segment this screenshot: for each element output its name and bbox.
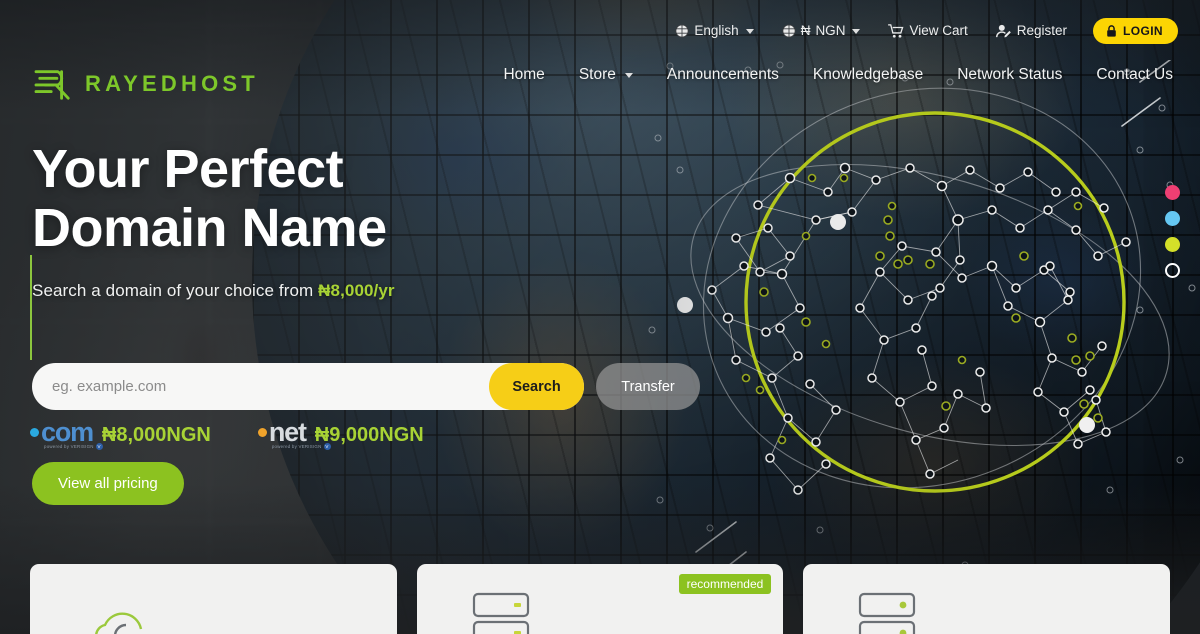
com-powered-by: powered by VERISIGN V [44,443,103,450]
server-rack-icon-wrapper [472,592,534,634]
hero-subtitle: Search a domain of your choice from ₦8,0… [32,281,752,301]
hero-accent-line [30,255,32,360]
top-utility-bar: English ₦ NGN View Cart Register LOGIN [661,18,1178,44]
tld-item-net: net powered by VERISIGN V ₦9,000NGN [257,417,424,450]
com-powered-text: powered by VERISIGN [44,444,94,449]
nav-label: Contact Us [1096,66,1173,83]
page-title: Your Perfect Domain Name [32,140,752,258]
view-all-pricing-button[interactable]: View all pricing [32,462,184,505]
server-rack-icon [472,592,529,634]
hero-title-line-2: Domain Name [32,198,387,258]
nav-label: Network Status [957,66,1063,83]
hero-title-line-1: Your Perfect [32,139,344,199]
site-logo[interactable]: RAYEDHOST [32,66,259,102]
com-dot-icon [30,428,39,437]
service-cards: recommended [0,564,1200,634]
search-input[interactable] [32,364,472,409]
nav-item-home[interactable]: Home [486,58,561,92]
verisign-badge-icon: V [323,443,331,450]
service-card-server[interactable] [803,564,1171,634]
user-add-icon [995,24,1011,38]
login-label: LOGIN [1123,24,1163,38]
lock-icon [1107,25,1116,37]
view-cart-label: View Cart [909,23,968,38]
domain-search-field-wrapper: Search [32,363,584,410]
nav-label: Announcements [666,66,779,83]
register-link[interactable]: Register [982,21,1081,41]
net-dot-icon [257,428,267,437]
com-name: com [41,417,94,447]
com-price: ₦8,000NGN [101,424,211,446]
language-label: English [694,23,739,38]
chevron-down-icon [745,28,754,34]
nav-label: Home [503,66,545,83]
cart-icon [888,24,904,38]
verisign-badge-icon: V [95,443,103,450]
net-powered-text: powered by VERISIGN [271,444,322,449]
currency-label: NGN [815,23,846,38]
tld-price-list: com powered by VERISIGN V ₦8,000NGN net … [30,417,424,450]
globe-icon [675,24,689,38]
server-icon-wrapper [858,592,920,634]
nav-item-contact-us[interactable]: Contact Us [1079,58,1190,92]
register-label: Register [1016,23,1067,38]
login-button[interactable]: LOGIN [1093,18,1178,44]
net-powered-by: powered by VERISIGN V [272,443,331,450]
slider-dot-2[interactable] [1165,211,1180,226]
language-selector[interactable]: English [661,21,767,41]
recommended-badge: recommended [678,574,772,594]
net-price: ₦9,000NGN [314,424,424,446]
currency-selector[interactable]: ₦ NGN [768,21,875,41]
rayedhost-mark-icon [34,70,70,100]
domain-search-row: Search Transfer [32,363,700,410]
nav-label: Store [578,66,616,83]
logo-text: RAYEDHOST [85,71,259,96]
search-button[interactable]: Search [489,363,584,410]
cloud-icon-wrapper [85,592,157,634]
slider-dot-3[interactable] [1165,237,1180,252]
net-name: net [268,417,307,447]
nav-label: Knowledgebase [812,66,924,83]
net-logo: net powered by VERISIGN V [257,417,331,450]
nav-item-announcements[interactable]: Announcements [650,58,796,92]
chevron-down-icon [852,28,861,34]
chevron-down-icon [624,72,633,78]
service-card-server-rack[interactable]: recommended [416,564,784,634]
view-cart-link[interactable]: View Cart [874,21,981,41]
hero-slider-dots [1165,185,1180,278]
nav-item-network-status[interactable]: Network Status [940,58,1079,92]
com-logo: com powered by VERISIGN V [30,417,103,450]
page-root: English ₦ NGN View Cart Register LOGIN R… [0,0,1200,634]
main-navigation: Home Store Announcements Knowledgebase N… [486,58,1190,92]
server-icon [859,592,916,634]
transfer-button[interactable]: Transfer [596,363,700,410]
nav-item-knowledgebase[interactable]: Knowledgebase [796,58,940,92]
service-card-cloud[interactable] [30,564,397,634]
slider-dot-1[interactable] [1165,185,1180,200]
hero-price: ₦8,000/yr [318,281,395,300]
cloud-icon [95,612,143,634]
tld-item-com: com powered by VERISIGN V ₦8,000NGN [30,417,211,450]
currency-symbol: ₦ [800,23,811,38]
slider-dot-4-active[interactable] [1165,263,1180,278]
hero-subtitle-text: Search a domain of your choice from [32,281,319,300]
hero-section: Your Perfect Domain Name Search a domain… [32,140,752,301]
nav-item-store[interactable]: Store [562,58,650,92]
globe-icon [782,24,796,38]
